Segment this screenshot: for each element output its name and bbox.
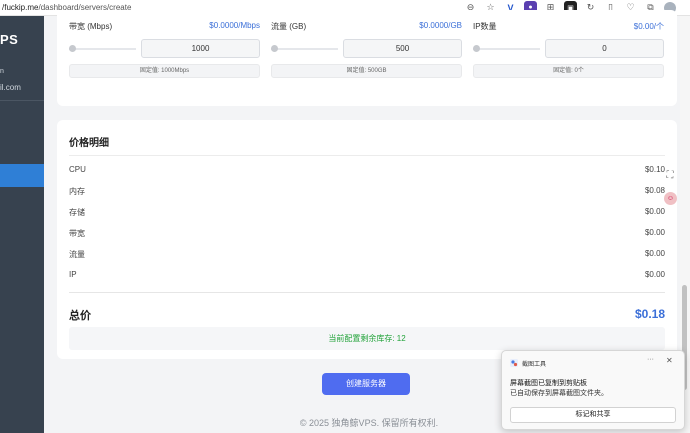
sidebar-item-active[interactable] bbox=[0, 164, 44, 187]
page-footer: © 2025 独角鲸VPS. 保留所有权利. bbox=[299, 418, 439, 428]
ip-config: IP数量 $0.00/个 0 固定值: 0个 bbox=[473, 21, 664, 78]
markup-and-share-button[interactable]: 标记和共享 bbox=[510, 407, 676, 423]
ip-count-slider[interactable] bbox=[473, 44, 540, 52]
total-price-value: $0.18 bbox=[634, 307, 665, 321]
bandwidth-fixed-note: 固定值: 1000Mbps bbox=[69, 64, 260, 78]
price-row-label: 存储 bbox=[69, 208, 85, 217]
price-row-cpu: CPU $0.10 bbox=[69, 165, 665, 174]
price-row-ip: IP $0.00 bbox=[69, 270, 665, 279]
ip-count-fixed-note: 固定值: 0个 bbox=[473, 64, 664, 78]
traffic-slider[interactable] bbox=[271, 44, 338, 52]
floating-assistant-icon[interactable]: ☺ bbox=[664, 192, 677, 205]
price-row-label: CPU bbox=[69, 165, 86, 174]
divider bbox=[69, 155, 665, 156]
url-domain: /fuckip.me bbox=[2, 3, 39, 12]
price-row-value: $0.00 bbox=[644, 249, 665, 258]
price-row-label: 带宽 bbox=[69, 229, 85, 238]
more-options-icon[interactable]: ··· bbox=[647, 356, 654, 363]
bandwidth-slider[interactable] bbox=[69, 44, 136, 52]
sidebar-username: n bbox=[0, 68, 4, 75]
price-row-storage: 存储 $0.00 bbox=[69, 207, 665, 218]
bandwidth-unit-price: $0.0000/Mbps bbox=[209, 21, 260, 30]
sidebar-email: il.com bbox=[0, 83, 21, 92]
close-icon[interactable]: ✕ bbox=[666, 356, 673, 365]
expand-icon[interactable]: ⛶ bbox=[664, 170, 676, 182]
price-detail-title: 价格明细 bbox=[69, 138, 109, 149]
slider-thumb[interactable] bbox=[271, 44, 278, 52]
sidebar-divider bbox=[0, 100, 44, 101]
sidebar-brand[interactable]: PS bbox=[0, 32, 18, 47]
price-row-value: $0.08 bbox=[644, 186, 665, 195]
traffic-fixed-note: 固定值: 500GB bbox=[271, 64, 462, 78]
stock-remaining-notice: 当前配置剩余库存: 12 bbox=[69, 327, 665, 350]
bandwidth-config: 带宽 (Mbps) $0.0000/Mbps 1000 固定值: 1000Mbp… bbox=[69, 21, 260, 78]
price-row-label: IP bbox=[69, 270, 77, 279]
notification-title: 屏幕截图已复制到剪贴板 bbox=[510, 380, 587, 387]
price-detail-card: 价格明细 CPU $0.10 内存 $0.08 存储 $0.00 带宽 $0.0… bbox=[57, 120, 677, 359]
slider-thumb[interactable] bbox=[69, 44, 76, 52]
price-row-traffic: 流量 $0.00 bbox=[69, 249, 665, 260]
ip-count-input[interactable]: 0 bbox=[545, 39, 664, 58]
slider-thumb[interactable] bbox=[473, 44, 480, 52]
price-row-memory: 内存 $0.08 bbox=[69, 186, 665, 197]
sidebar: PS n il.com bbox=[0, 16, 44, 433]
price-row-value: $0.00 bbox=[644, 228, 665, 237]
price-row-label: 内存 bbox=[69, 187, 85, 196]
bandwidth-input[interactable]: 1000 bbox=[141, 39, 260, 58]
resource-config-card: 带宽 (Mbps) $0.0000/Mbps 1000 固定值: 1000Mbp… bbox=[57, 10, 677, 106]
traffic-unit-price: $0.0000/GB bbox=[419, 21, 462, 30]
price-row-value: $0.10 bbox=[644, 165, 665, 174]
price-row-value: $0.00 bbox=[644, 270, 665, 279]
create-server-button[interactable]: 创建服务器 bbox=[322, 373, 410, 395]
price-row-value: $0.00 bbox=[644, 207, 665, 216]
ip-unit-price: $0.00/个 bbox=[633, 22, 664, 31]
traffic-label: 流量 (GB) bbox=[271, 22, 307, 31]
price-row-bandwidth: 带宽 $0.00 bbox=[69, 228, 665, 239]
divider bbox=[69, 292, 665, 293]
bandwidth-label: 带宽 (Mbps) bbox=[69, 22, 113, 31]
price-row-label: 流量 bbox=[69, 250, 85, 259]
screenshot-notification: 截图工具 ··· ✕ 屏幕截图已复制到剪贴板 已自动保存到屏幕截图文件夹。 标记… bbox=[501, 350, 685, 430]
traffic-config: 流量 (GB) $0.0000/GB 500 固定值: 500GB bbox=[271, 21, 462, 78]
notification-body: 已自动保存到屏幕截图文件夹。 bbox=[510, 390, 608, 397]
snipping-tool-icon bbox=[510, 359, 518, 367]
total-price-label: 总价 bbox=[69, 310, 91, 322]
notification-app-name: 截图工具 bbox=[522, 362, 547, 368]
traffic-input[interactable]: 500 bbox=[343, 39, 462, 58]
ip-count-label: IP数量 bbox=[473, 22, 497, 31]
